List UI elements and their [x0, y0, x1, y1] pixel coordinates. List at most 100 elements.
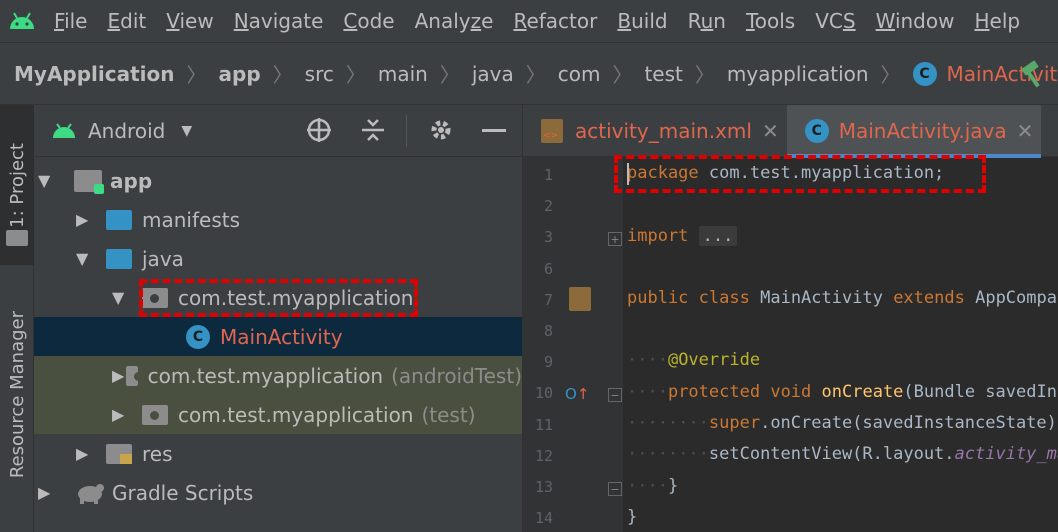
breadcrumb-test[interactable]: test	[644, 62, 682, 86]
tree-label: app	[110, 168, 153, 193]
toolbar-divider	[406, 115, 407, 147]
tab-label: activity_main.xml	[575, 119, 752, 143]
tab-resource-manager[interactable]: Resource Manager	[0, 300, 34, 490]
code-line-14[interactable]: }	[627, 507, 637, 527]
expand-arrow-icon[interactable]: ▼	[112, 288, 142, 307]
code-line-11[interactable]: ········super.onCreate(savedInstanceStat…	[627, 413, 1058, 433]
code-line-9[interactable]: ····@Override	[627, 350, 760, 370]
menu-item[interactable]: File	[44, 9, 97, 33]
menu-item-text: ools	[754, 9, 796, 33]
breadcrumb-main[interactable]: main	[378, 62, 428, 86]
breadcrumb: MyApplication 〉 app 〉 src 〉 main 〉 java …	[0, 43, 1058, 105]
menu-item[interactable]: Tools	[736, 9, 805, 33]
keyword: void	[770, 382, 812, 402]
breadcrumb-java[interactable]: java	[472, 62, 514, 86]
minimize-icon[interactable]	[482, 129, 506, 132]
breadcrumb-separator: 〉	[612, 63, 633, 87]
code-line-3[interactable]: import ...	[627, 226, 738, 246]
menu-item[interactable]: Analyze	[405, 9, 504, 33]
tab-main-activity-java[interactable]: C MainActivity.java ✕	[786, 105, 1042, 158]
tree-label: MainActivity	[220, 324, 343, 349]
project-view-selector[interactable]: Android ▼	[34, 105, 522, 157]
code-line-13[interactable]: ····}	[627, 476, 678, 496]
breadcrumb-separator: 〉	[439, 63, 460, 87]
expand-arrow-icon[interactable]: ▶	[112, 366, 126, 385]
view-selector-label: Android	[88, 118, 166, 143]
folded-imports[interactable]: ...	[698, 226, 738, 246]
gear-icon[interactable]	[428, 117, 454, 148]
menu-item-text: uild	[631, 9, 668, 33]
tab-label: MainActivity.java	[838, 119, 1007, 143]
menu-item[interactable]: VCS	[805, 9, 865, 33]
package-icon	[142, 404, 168, 425]
tree-item-main-activity[interactable]: C MainActivity	[34, 317, 522, 356]
locate-crosshair-icon[interactable]	[306, 117, 332, 148]
menu-item[interactable]: Run	[678, 9, 736, 33]
line-number: 10	[534, 384, 553, 402]
menu-item-mnemonic: z	[470, 9, 482, 33]
tree-item-manifests[interactable]: ▶ manifests	[34, 200, 522, 239]
collapse-all-icon[interactable]	[360, 117, 386, 148]
tree-item-app[interactable]: ▼ app	[34, 161, 522, 200]
menu-item-text: R	[687, 9, 701, 33]
breadcrumb-project[interactable]: MyApplication	[14, 62, 175, 86]
breadcrumb-separator: 〉	[186, 63, 207, 87]
tree-item-gradle-scripts[interactable]: ▶ Gradle Scripts	[34, 473, 522, 512]
override-gutter-icon[interactable]: O↑	[565, 385, 589, 403]
breadcrumb-separator: 〉	[880, 63, 901, 87]
tree-label: manifests	[142, 207, 240, 232]
tree-item-java[interactable]: ▼ java	[34, 239, 522, 278]
class-icon: C	[912, 61, 937, 86]
build-hammer-icon[interactable]	[1018, 58, 1050, 90]
menu-item-text: e	[481, 9, 494, 33]
menu-item-text: avigate	[248, 9, 324, 33]
fold-icon[interactable]: +	[608, 232, 622, 246]
breadcrumb-src[interactable]: src	[305, 62, 334, 86]
menu-item[interactable]: Help	[964, 9, 1030, 33]
line-number: 8	[543, 322, 553, 340]
fold-icon[interactable]: −	[608, 482, 622, 496]
expand-arrow-icon[interactable]: ▶	[38, 483, 74, 502]
menu-item-text: indow	[894, 9, 955, 33]
menu-item-mnemonic: W	[875, 9, 895, 33]
fold-icon[interactable]: −	[608, 388, 622, 402]
menu-item-mnemonic: H	[974, 9, 990, 33]
tree-item-res[interactable]: ▶ res	[34, 434, 522, 473]
menu-item[interactable]: Refactor	[503, 9, 607, 33]
menu-item[interactable]: Window	[866, 9, 965, 33]
menu-item[interactable]: View	[156, 9, 223, 33]
line-number: 14	[534, 509, 553, 527]
menu-item[interactable]: Edit	[97, 9, 156, 33]
menu-item-mnemonic: R	[513, 9, 527, 33]
tree-label: res	[142, 441, 173, 466]
line-number: 3	[543, 228, 553, 246]
code-line-10[interactable]: ····protected void onCreate(Bundle saved…	[627, 382, 1058, 402]
code-line-7[interactable]: public class MainActivity extends AppCom…	[627, 288, 1058, 308]
menu-item[interactable]: Build	[607, 9, 677, 33]
expand-arrow-icon[interactable]: ▶	[76, 444, 106, 463]
tree-item-package-test[interactable]: ▶ com.test.myapplication (test)	[34, 395, 522, 434]
indent-guide: ····	[627, 476, 668, 496]
expand-arrow-icon[interactable]: ▶	[112, 405, 142, 424]
parent-class: AppCompatActivity {	[975, 288, 1058, 308]
code-line-12[interactable]: ········setContentView(R.layout.activity…	[627, 444, 1058, 464]
menu-item[interactable]: Code	[333, 9, 404, 33]
breadcrumb-module[interactable]: app	[219, 62, 261, 86]
menu-item-text: Analy	[414, 9, 471, 33]
close-icon[interactable]: ✕	[762, 119, 779, 143]
expand-arrow-icon[interactable]: ▶	[76, 210, 106, 229]
line-number: 12	[534, 447, 553, 465]
expand-arrow-icon[interactable]: ▼	[76, 249, 106, 268]
menu-item[interactable]: Navigate	[224, 9, 334, 33]
tree-item-package-android-test[interactable]: ▶ com.test.myapplication (androidTest)	[34, 356, 522, 395]
expand-arrow-icon[interactable]: ▼	[38, 171, 68, 190]
related-layout-gutter-icon[interactable]	[569, 287, 591, 311]
close-icon[interactable]: ✕	[1017, 119, 1034, 143]
tab-activity-main-xml[interactable]: <> activity_main.xml ✕	[523, 105, 787, 157]
breadcrumb-myapplication[interactable]: myapplication	[727, 62, 869, 86]
closing-brace: }	[667, 476, 679, 496]
breadcrumb-com[interactable]: com	[558, 62, 601, 86]
indent-guide: ········	[627, 413, 709, 433]
keyword: super	[708, 413, 761, 433]
menu-item-text: efactor	[526, 9, 598, 33]
